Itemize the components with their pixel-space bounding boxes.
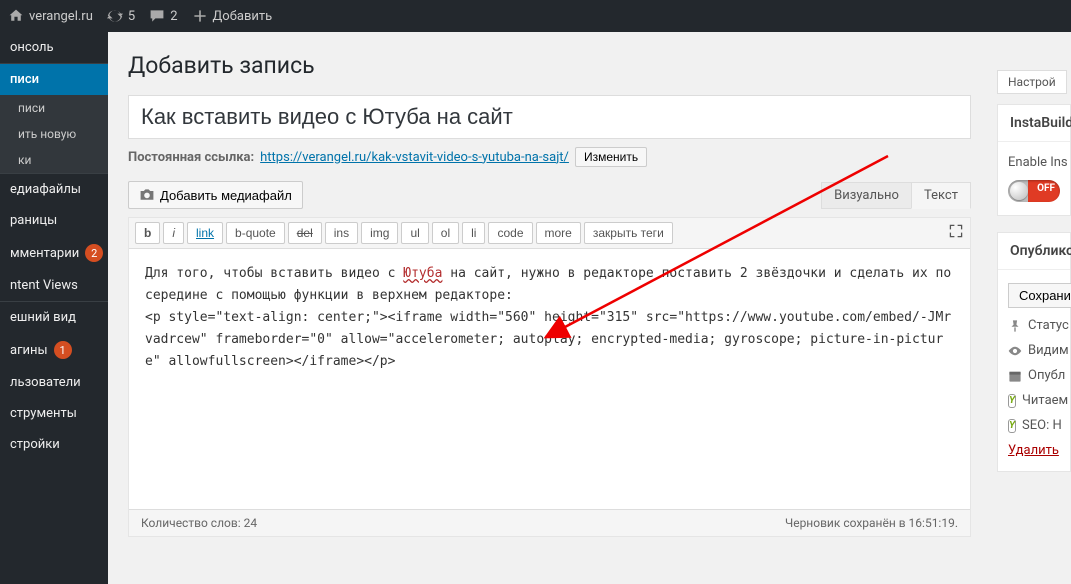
- fullscreen-icon[interactable]: [948, 223, 964, 243]
- publish-status: Статус: [1028, 318, 1069, 333]
- qt-more[interactable]: more: [536, 222, 581, 244]
- qt-ins[interactable]: ins: [325, 222, 358, 244]
- topbar-site-label: verangel.ru: [29, 9, 93, 24]
- sidebar-sub-all-posts[interactable]: писи: [0, 95, 108, 121]
- sidebar-item-posts[interactable]: писи: [0, 63, 108, 95]
- pin-icon: [1008, 319, 1022, 333]
- comments-badge: 2: [85, 244, 103, 262]
- calendar-icon: [1008, 369, 1022, 383]
- yoast-icon: Y: [1008, 394, 1016, 408]
- right-column: Настрой InstaBuild Enable Ins Опублико С…: [997, 64, 1071, 488]
- sidebar-item-appearance[interactable]: ешний вид: [0, 301, 108, 333]
- publish-title: Опублико: [998, 233, 1070, 270]
- qt-img[interactable]: img: [361, 222, 398, 244]
- autosave-status: Черновик сохранён в 16:51:19.: [785, 516, 958, 530]
- admin-topbar: verangel.ru 5 2 Добавить: [0, 0, 1071, 32]
- delete-link[interactable]: Удалить: [1008, 443, 1059, 458]
- permalink-url[interactable]: https://verangel.ru/kak-vstavit-video-s-…: [260, 150, 569, 165]
- sidebar-item-media[interactable]: едиафайлы: [0, 173, 108, 205]
- editor: b i link b-quote del ins img ul ol li co…: [128, 217, 971, 537]
- seo-label: SEO: Н: [1022, 418, 1062, 433]
- topbar-updates[interactable]: 5: [107, 8, 135, 24]
- plugins-badge: 1: [54, 341, 72, 359]
- quicktags-toolbar: b i link b-quote del ins img ul ol li co…: [129, 218, 970, 249]
- sidebar-item-pages[interactable]: раницы: [0, 205, 108, 236]
- editor-status-bar: Количество слов: 24 Черновик сохранён в …: [129, 509, 970, 536]
- sidebar-sub-add-new[interactable]: ить новую: [0, 121, 108, 147]
- publish-date: Опубл: [1028, 368, 1065, 383]
- sidebar-sub-tags[interactable]: ки: [0, 147, 108, 173]
- qt-b[interactable]: b: [135, 222, 160, 244]
- sidebar-item-console[interactable]: онсоль: [0, 32, 108, 63]
- instabuilder-title: InstaBuild: [998, 105, 1070, 142]
- page-title: Добавить запись: [128, 52, 971, 79]
- topbar-updates-count: 5: [128, 9, 135, 24]
- qt-code[interactable]: code: [488, 222, 532, 244]
- word-count: 24: [244, 516, 258, 530]
- qt-link[interactable]: link: [187, 222, 223, 244]
- save-draft-button[interactable]: Сохранит: [1008, 283, 1071, 308]
- word-count-label: Количество слов:: [141, 516, 241, 530]
- qt-close-tags[interactable]: закрыть теги: [584, 222, 673, 244]
- qt-ol[interactable]: ol: [432, 222, 459, 244]
- qt-del[interactable]: del: [288, 222, 322, 244]
- post-title-input[interactable]: [128, 95, 971, 139]
- topbar-comments-count: 2: [170, 9, 177, 24]
- sidebar-item-plugins[interactable]: агины1: [0, 333, 108, 367]
- editor-textarea[interactable]: Для того, чтобы вставить видео с Ютуба н…: [129, 249, 970, 509]
- qt-i[interactable]: i: [163, 222, 184, 244]
- refresh-icon: [107, 8, 123, 24]
- instabuilder-box: InstaBuild Enable Ins: [997, 104, 1071, 216]
- plus-icon: [192, 8, 208, 24]
- add-media-label: Добавить медиафайл: [160, 188, 292, 203]
- permalink-label: Постоянная ссылка:: [128, 150, 254, 165]
- sidebar-item-content-views[interactable]: ntent Views: [0, 270, 108, 301]
- permalink-edit-button[interactable]: Изменить: [575, 147, 647, 167]
- qt-li[interactable]: li: [462, 222, 485, 244]
- qt-ul[interactable]: ul: [401, 222, 428, 244]
- tab-visual[interactable]: Визуально: [821, 182, 911, 209]
- comment-icon: [149, 8, 165, 24]
- eye-icon: [1008, 344, 1022, 358]
- topbar-add-label: Добавить: [213, 9, 273, 24]
- instabuilder-enable-label: Enable Ins: [1008, 155, 1068, 170]
- yoast-icon: Y: [1008, 419, 1016, 433]
- publish-visibility: Видим: [1028, 343, 1069, 358]
- add-media-button[interactable]: Добавить медиафайл: [128, 181, 303, 209]
- permalink-row: Постоянная ссылка: https://verangel.ru/k…: [128, 147, 971, 167]
- editor-tabs: Визуально Текст: [821, 182, 971, 209]
- screen-options-tab[interactable]: Настрой: [997, 70, 1067, 94]
- sidebar-item-comments[interactable]: мментарии2: [0, 236, 108, 270]
- topbar-comments[interactable]: 2: [149, 8, 177, 24]
- instabuilder-toggle[interactable]: [1008, 180, 1060, 202]
- tab-text[interactable]: Текст: [911, 182, 971, 209]
- publish-box: Опублико Сохранит Статус Видим Опубл Y Чи…: [997, 232, 1071, 472]
- topbar-add-new[interactable]: Добавить: [192, 8, 273, 24]
- admin-sidebar: онсоль писи писи ить новую ки едиафайлы …: [0, 32, 108, 584]
- readability-label: Читаем: [1022, 393, 1068, 408]
- qt-bquote[interactable]: b-quote: [226, 222, 285, 244]
- topbar-site[interactable]: verangel.ru: [8, 8, 93, 24]
- main-area: Добавить запись Постоянная ссылка: https…: [108, 32, 1071, 584]
- sidebar-item-settings[interactable]: стройки: [0, 429, 108, 460]
- sidebar-item-tools[interactable]: струменты: [0, 398, 108, 429]
- camera-icon: [139, 187, 155, 203]
- home-icon: [8, 8, 24, 24]
- sidebar-item-users[interactable]: льзователи: [0, 367, 108, 398]
